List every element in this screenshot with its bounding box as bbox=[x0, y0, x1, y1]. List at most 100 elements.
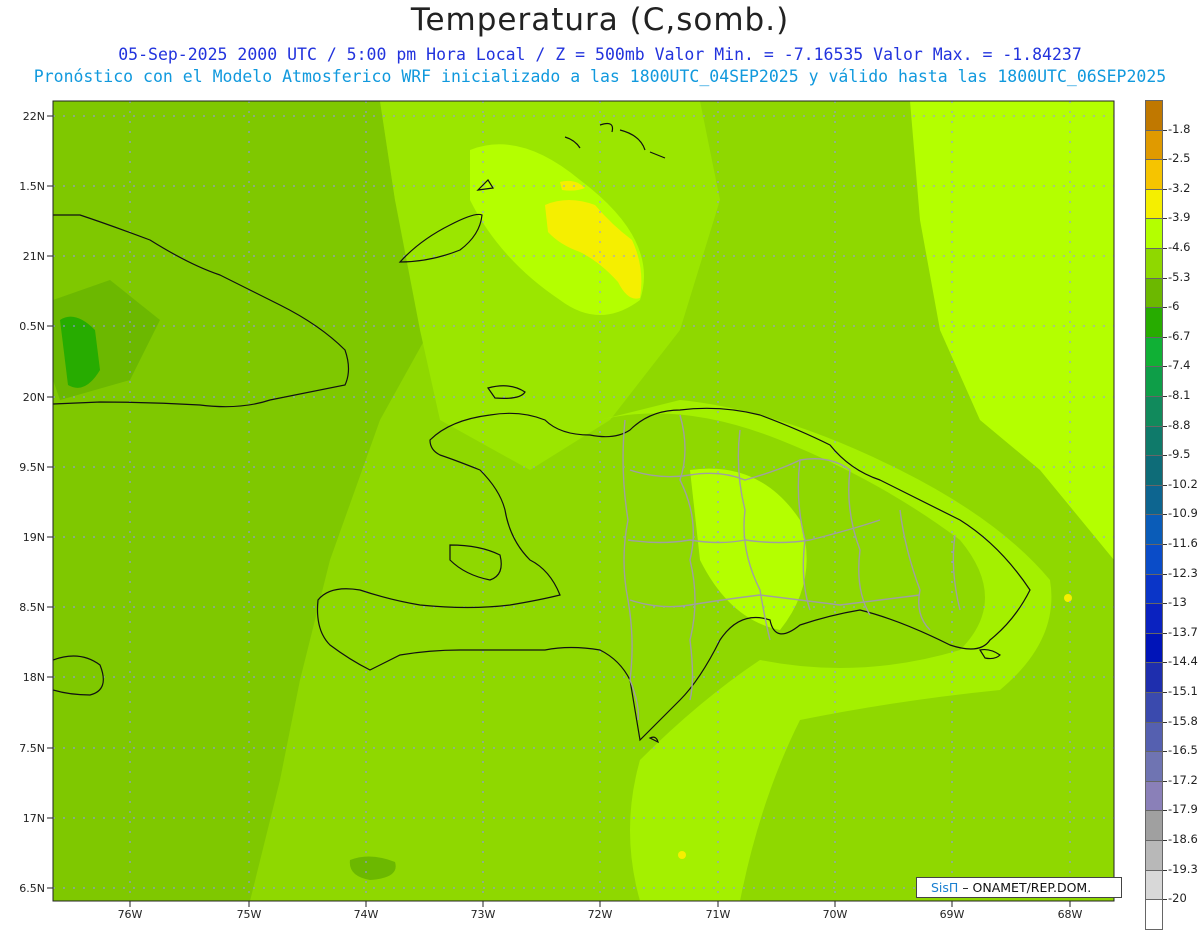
colorbar-label: -1.8 bbox=[1168, 121, 1191, 136]
colorbar-swatch bbox=[1145, 603, 1163, 634]
temperature-field bbox=[53, 101, 1114, 901]
lat-label: 0.5N bbox=[19, 320, 45, 333]
colorbar-swatch bbox=[1145, 721, 1163, 753]
colorbar-tick bbox=[1163, 455, 1167, 457]
lon-label: 70W bbox=[823, 908, 848, 921]
temperature-map: 22N 1.5N 21N 0.5N 20N 9.5N 19N 8.5N 18N … bbox=[19, 100, 1115, 921]
colorbar-swatch bbox=[1145, 366, 1163, 397]
colorbar-swatch bbox=[1145, 840, 1163, 871]
lon-label: 74W bbox=[354, 908, 379, 921]
colorbar-tick bbox=[1163, 129, 1167, 131]
colorbar-swatch bbox=[1145, 396, 1163, 427]
sispi-logo: SisΠ bbox=[931, 880, 959, 895]
colorbar-tick bbox=[1163, 514, 1167, 516]
colorbar-tick bbox=[1163, 692, 1167, 693]
colorbar-tick bbox=[1163, 188, 1167, 190]
colorbar-label: -5.3 bbox=[1168, 269, 1191, 284]
colorbar-label: -11.6 bbox=[1168, 536, 1198, 550]
colorbar-label: -3.9 bbox=[1168, 210, 1191, 225]
colorbar-swatch bbox=[1145, 336, 1163, 368]
colorbar-label: -6 bbox=[1168, 299, 1180, 314]
colorbar-tick bbox=[1163, 899, 1167, 901]
lat-label: 9.5N bbox=[19, 461, 45, 474]
colorbar-swatch bbox=[1145, 632, 1163, 664]
colorbar-swatch bbox=[1145, 188, 1163, 220]
lat-label: 1.5N bbox=[19, 180, 45, 193]
colorbar-swatch bbox=[1145, 692, 1163, 723]
colorbar-swatch bbox=[1145, 307, 1163, 338]
colorbar-tick bbox=[1163, 307, 1167, 309]
colorbar-swatch bbox=[1145, 277, 1163, 309]
colorbar-label: -18.6 bbox=[1168, 832, 1198, 846]
colorbar-label: -12.3 bbox=[1168, 565, 1198, 580]
credit-box: SisΠ – ONAMET/REP.DOM. bbox=[916, 877, 1122, 898]
colorbar-label: -7.4 bbox=[1168, 358, 1191, 373]
colorbar-label: -13 bbox=[1168, 595, 1187, 610]
field-max-spot bbox=[678, 851, 686, 859]
colorbar-label: -3.2 bbox=[1168, 180, 1191, 195]
lat-label: 22N bbox=[23, 110, 45, 123]
lon-label: 68W bbox=[1058, 908, 1083, 921]
colorbar-tick bbox=[1163, 721, 1167, 723]
colorbar-swatch bbox=[1145, 662, 1163, 693]
colorbar-tick bbox=[1163, 218, 1167, 220]
colorbar-swatch bbox=[1145, 455, 1163, 486]
lat-label: 17N bbox=[23, 812, 45, 825]
lon-label: 76W bbox=[118, 908, 143, 921]
colorbar-label: -17.9 bbox=[1168, 802, 1198, 817]
lat-label: 6.5N bbox=[19, 882, 45, 895]
colorbar-label: -14.4 bbox=[1168, 654, 1198, 669]
colorbar-tick bbox=[1163, 603, 1167, 605]
colorbar-swatch bbox=[1145, 484, 1163, 516]
lat-label: 20N bbox=[23, 391, 45, 404]
colorbar-swatch bbox=[1145, 780, 1163, 812]
colorbar-label: -20 bbox=[1168, 891, 1187, 906]
colorbar-label: -15.1 bbox=[1168, 684, 1198, 698]
colorbar-swatch bbox=[1145, 544, 1163, 575]
field-max-spot bbox=[1064, 594, 1072, 602]
colorbar-label: -16.5 bbox=[1168, 743, 1198, 758]
lon-label: 71W bbox=[706, 908, 731, 921]
colorbar-tick bbox=[1163, 544, 1167, 545]
colorbar-tick bbox=[1163, 484, 1167, 486]
colorbar-swatch bbox=[1145, 100, 1163, 131]
colorbar-swatch bbox=[1145, 869, 1163, 901]
colorbar-swatch bbox=[1145, 159, 1163, 190]
lon-label: 72W bbox=[588, 908, 613, 921]
colorbar-label: -4.6 bbox=[1168, 240, 1191, 254]
colorbar-tick bbox=[1163, 573, 1167, 575]
colorbar-tick bbox=[1163, 632, 1167, 634]
colorbar-tick bbox=[1163, 277, 1167, 279]
lat-label: 21N bbox=[23, 250, 45, 263]
lat-label: 7.5N bbox=[19, 742, 45, 755]
colorbar-swatch bbox=[1145, 751, 1163, 782]
colorbar-tick bbox=[1163, 869, 1167, 871]
colorbar-tick bbox=[1163, 396, 1167, 397]
lat-label: 18N bbox=[23, 671, 45, 684]
colorbar-label: -8.8 bbox=[1168, 417, 1191, 432]
colorbar-label: -8.1 bbox=[1168, 388, 1191, 402]
lon-label: 75W bbox=[237, 908, 262, 921]
colorbar-swatch bbox=[1145, 514, 1163, 545]
colorbar-tick bbox=[1163, 840, 1167, 841]
lat-labels: 22N 1.5N 21N 0.5N 20N 9.5N 19N 8.5N 18N … bbox=[19, 110, 45, 895]
colorbar-label: -10.2 bbox=[1168, 476, 1198, 491]
lon-label: 73W bbox=[471, 908, 496, 921]
colorbar-label: -13.7 bbox=[1168, 624, 1198, 639]
colorbar-label: -6.7 bbox=[1168, 328, 1191, 343]
colorbar-label: -17.2 bbox=[1168, 772, 1198, 787]
credit-text: – ONAMET/REP.DOM. bbox=[962, 880, 1092, 895]
colorbar-swatch bbox=[1145, 218, 1163, 249]
lat-label: 8.5N bbox=[19, 601, 45, 614]
colorbar-swatch bbox=[1145, 129, 1163, 161]
colorbar-label: -9.5 bbox=[1168, 447, 1191, 462]
colorbar-tick bbox=[1163, 425, 1167, 427]
colorbar-swatch bbox=[1145, 810, 1163, 841]
colorbar-swatch bbox=[1145, 248, 1163, 279]
colorbar-label: -10.9 bbox=[1168, 506, 1198, 521]
colorbar-swatch bbox=[1145, 573, 1163, 605]
colorbar-tick bbox=[1163, 810, 1167, 812]
cayman-coast bbox=[53, 208, 54, 690]
colorbar-tick bbox=[1163, 366, 1167, 368]
lat-label: 19N bbox=[23, 531, 45, 544]
